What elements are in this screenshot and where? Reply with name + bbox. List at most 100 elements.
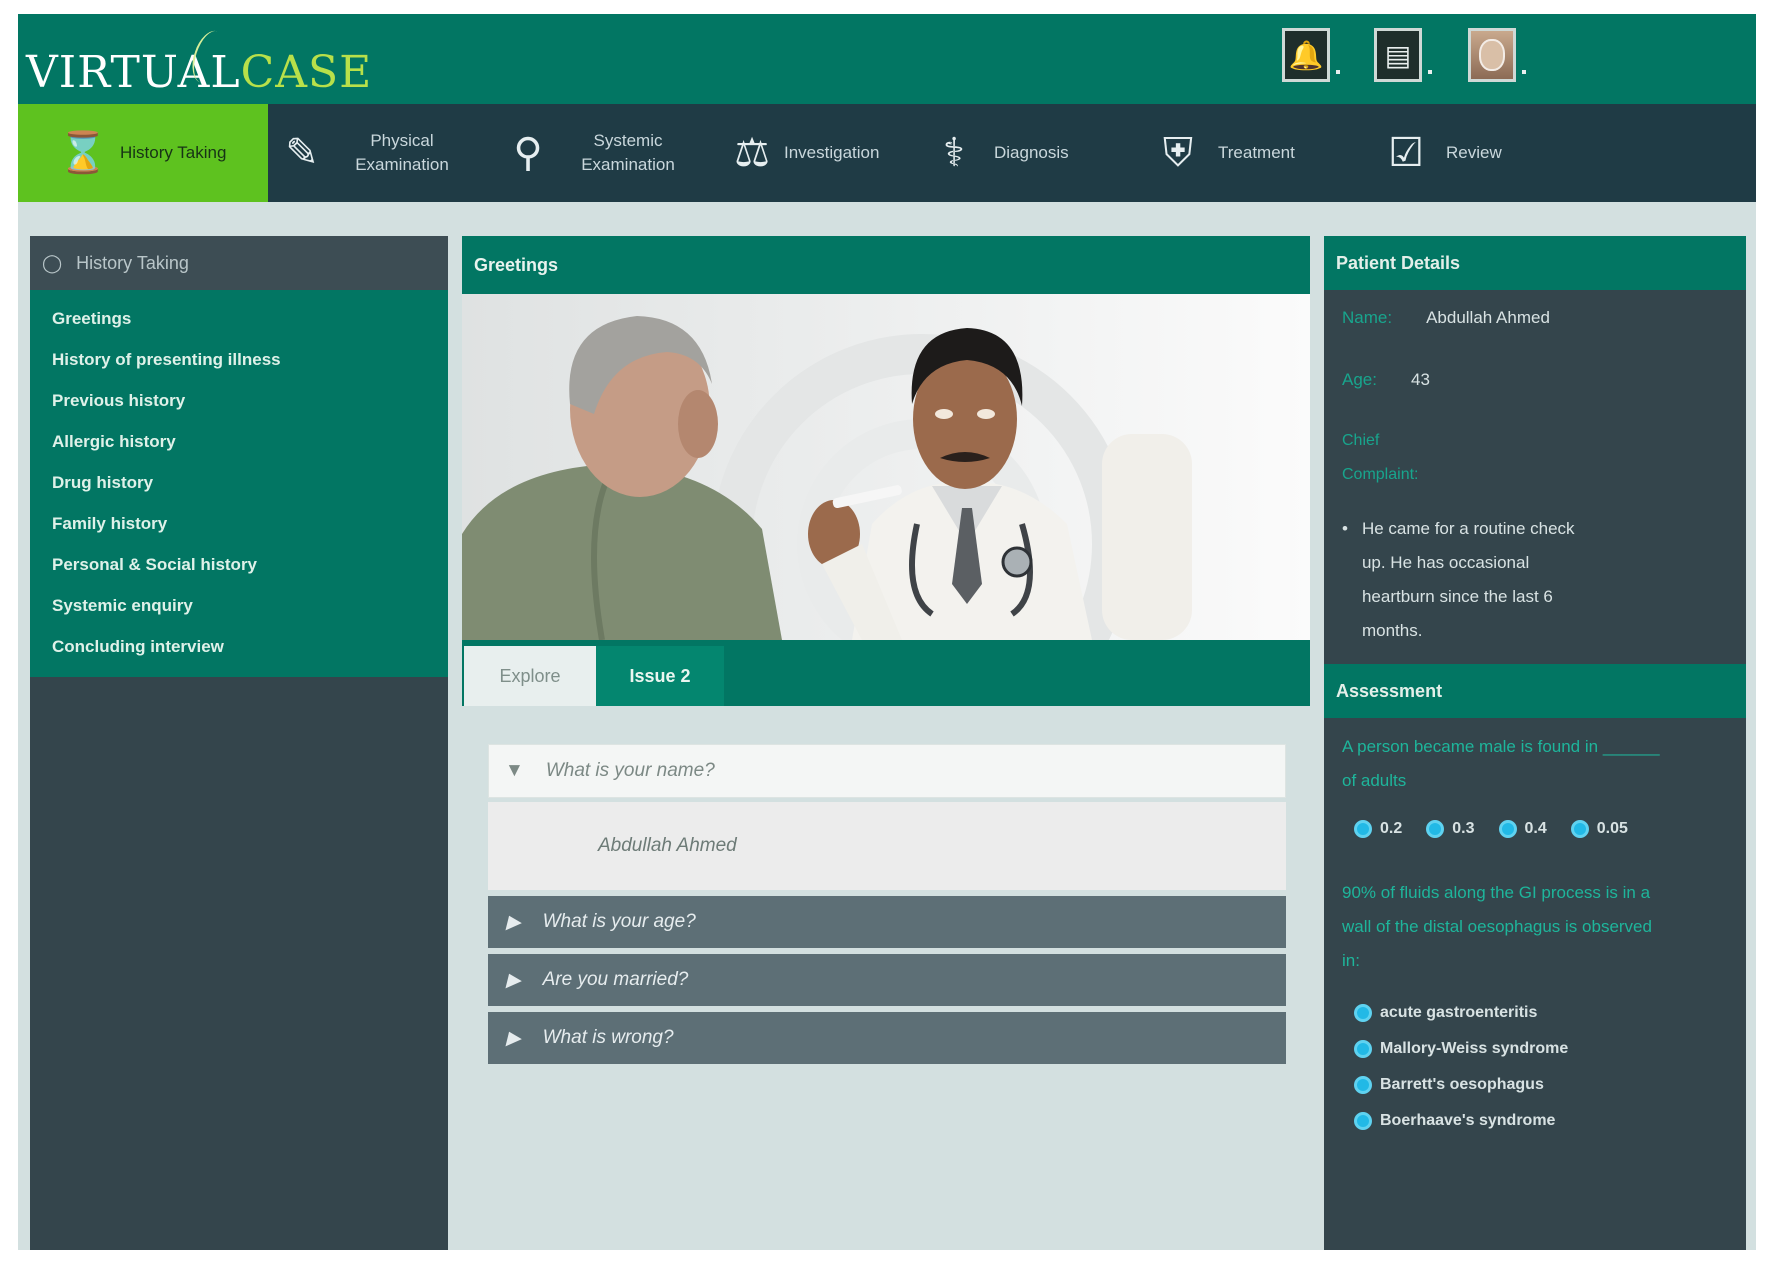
q2-option[interactable]: Barrett's oesophagus (1354, 1076, 1746, 1094)
nav-label: Treatment (1218, 143, 1295, 162)
notification-button[interactable]: 🔔 (1282, 28, 1330, 82)
name-value: Abdullah Ahmed (1426, 308, 1550, 327)
question-text: What is your age? (542, 911, 696, 932)
avatar-face (1479, 39, 1505, 71)
q1-option[interactable]: 0.2 (1354, 820, 1402, 838)
nav-label: Physical Examination (355, 131, 449, 174)
nav-review[interactable]: ☑ Review (1384, 104, 1564, 202)
accordion-question[interactable]: ▶ Are you married? (488, 954, 1286, 1006)
app-window: VIRTUAL CASE 🔔 ▤ ⌛ History Taking ✎ Phys… (18, 14, 1756, 1250)
menu-dot (1336, 70, 1340, 74)
name-label: Name: (1342, 308, 1393, 327)
section-title: Greetings (462, 236, 1310, 294)
accordion-answer: Abdullah Ahmed (488, 802, 1286, 890)
complaint-text: • He came for a routine check up. He has… (1324, 512, 1746, 648)
sidebar-list: Greetings History of presenting illness … (30, 290, 448, 677)
nav-diagnosis[interactable]: ⚕ Diagnosis (932, 104, 1112, 202)
accordion-question[interactable]: ▶ What is your age? (488, 896, 1286, 948)
q2-options: acute gastroenteritis Mallory-Weiss synd… (1324, 1004, 1746, 1130)
tab-bar: Explore Issue 2 (462, 640, 1310, 706)
nav-label: History Taking (120, 143, 227, 162)
question-text: What is wrong? (542, 1027, 674, 1048)
q1-option[interactable]: 0.3 (1426, 820, 1475, 838)
nav-label: Diagnosis (994, 143, 1069, 162)
sidebar-item-personal-social-history[interactable]: Personal & Social history (30, 544, 448, 585)
chevron-right-icon: ▶ (506, 1027, 521, 1049)
app-logo[interactable]: VIRTUAL CASE (26, 26, 373, 98)
right-sidebar: Patient Details Name: Abdullah Ahmed Age… (1324, 236, 1746, 1250)
age-label: Age: (1342, 370, 1377, 389)
accordion-question[interactable]: ▶ What is wrong? (488, 1012, 1286, 1064)
assessment-question-2: 90% of fluids along the GI process is in… (1342, 883, 1652, 970)
chevron-right-icon: ▶ (506, 911, 521, 933)
sidebar-header: ◯ History Taking (30, 236, 448, 290)
assessment-question-1: A person became male is found in ______ … (1342, 737, 1660, 790)
radio-button[interactable] (1570, 820, 1589, 838)
sidebar-item-presenting-illness[interactable]: History of presenting illness (30, 339, 448, 380)
menu-dot (1428, 70, 1432, 74)
tools-icon: ✎ (285, 131, 319, 175)
q2-option[interactable]: acute gastroenteritis (1354, 1004, 1746, 1022)
stethoscope-icon: ⚕ (943, 131, 965, 175)
tab-issue-2[interactable]: Issue 2 (596, 646, 724, 706)
main-nav: ⌛ History Taking ✎ Physical Examination … (18, 104, 1756, 202)
top-header: VIRTUAL CASE 🔔 ▤ (18, 14, 1756, 104)
hourglass-icon: ⌛ (58, 131, 108, 175)
logo-text-case: CASE (240, 47, 373, 98)
doctor-patient-illustration (462, 294, 1310, 640)
radio-button[interactable] (1354, 820, 1372, 838)
sidebar-item-family-history[interactable]: Family history (30, 503, 448, 544)
patient-name-row: Name: Abdullah Ahmed (1324, 308, 1746, 328)
history-icon: ◯ (42, 252, 63, 273)
nav-investigation[interactable]: ⚖ Investigation (730, 104, 920, 202)
complaint-label: Chief Complaint: (1342, 432, 1419, 483)
question-text: Are you married? (542, 969, 689, 990)
bullet-icon: • (1342, 519, 1348, 538)
review-badge-icon: ☑ (1388, 131, 1424, 175)
q2-option[interactable]: Boerhaave's syndrome (1354, 1112, 1746, 1130)
notebook-icon: ▤ (1384, 39, 1412, 71)
medical-kit-icon: ⛨ (1163, 131, 1193, 175)
microscope-icon: ⚖ (734, 131, 770, 175)
notebook-button[interactable]: ▤ (1374, 28, 1422, 82)
accordion-question-open[interactable]: ▼ What is your name? (488, 744, 1286, 798)
user-avatar[interactable] (1468, 28, 1516, 82)
radio-button[interactable] (1354, 1112, 1372, 1130)
sidebar-title: History Taking (76, 252, 189, 273)
radio-button[interactable] (1426, 820, 1445, 838)
magnifier-icon: ⚲ (513, 131, 543, 175)
radio-button[interactable] (1354, 1076, 1372, 1094)
q2-option[interactable]: Mallory-Weiss syndrome (1354, 1040, 1746, 1058)
nav-physical-examination[interactable]: ✎ Physical Examination (280, 104, 480, 202)
radio-button[interactable] (1354, 1040, 1372, 1058)
tab-explore[interactable]: Explore (464, 646, 596, 706)
nav-history-taking[interactable]: ⌛ History Taking (18, 104, 268, 202)
sidebar-item-systemic-enquiry[interactable]: Systemic enquiry (30, 585, 448, 626)
assessment-header: Assessment (1324, 664, 1746, 718)
consultation-image (462, 294, 1310, 640)
chevron-right-icon: ▶ (506, 969, 521, 991)
bell-icon: 🔔 (1288, 39, 1324, 71)
sidebar-item-greetings[interactable]: Greetings (30, 298, 448, 339)
sidebar-item-allergic-history[interactable]: Allergic history (30, 421, 448, 462)
menu-dot (1522, 70, 1526, 74)
age-value: 43 (1410, 370, 1430, 389)
radio-button[interactable] (1354, 1004, 1372, 1022)
q1-options: 0.2 0.3 0.4 0.05 (1324, 820, 1746, 838)
sidebar-item-concluding-interview[interactable]: Concluding interview (30, 626, 448, 667)
sidebar-item-previous-history[interactable]: Previous history (30, 380, 448, 421)
q1-option[interactable]: 0.05 (1570, 820, 1628, 838)
nav-treatment[interactable]: ⛨ Treatment (1156, 104, 1346, 202)
nav-label: Review (1446, 143, 1502, 162)
nav-label: Systemic Examination (581, 131, 675, 174)
patient-age-row: Age: 43 (1324, 370, 1746, 390)
radio-button[interactable] (1498, 820, 1517, 838)
nav-label: Investigation (784, 143, 880, 162)
chevron-down-icon: ▼ (505, 760, 524, 781)
patient-details-header: Patient Details (1324, 236, 1746, 290)
nav-systemic-examination[interactable]: ⚲ Systemic Examination (506, 104, 706, 202)
q1-option[interactable]: 0.4 (1498, 820, 1547, 838)
main-content: Greetings Explore Issue 2 ▼ What is your… (462, 236, 1310, 1250)
sidebar-item-drug-history[interactable]: Drug history (30, 462, 448, 503)
left-sidebar: ◯ History Taking Greetings History of pr… (30, 236, 448, 1250)
